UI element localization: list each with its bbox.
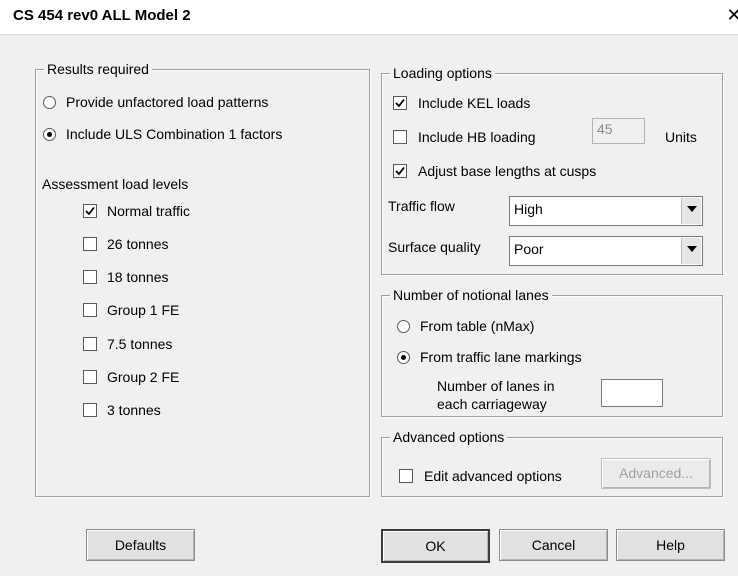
checkbox-adjust-base-lengths[interactable] [393,164,407,178]
edit-advanced-label: Edit advanced options [424,468,562,484]
advanced-button[interactable]: Advanced... [601,458,711,489]
checkbox-edit-advanced[interactable] [399,469,413,483]
hb-units-input[interactable]: 45 [592,118,645,144]
radio-from-lane-markings[interactable] [397,351,410,364]
title-bar[interactable]: CS 454 rev0 ALL Model 2 ✕ [0,0,738,35]
include-kel-label: Include KEL loads [418,95,531,111]
radio-from-lane-markings-label: From traffic lane markings [420,349,582,365]
help-button[interactable]: Help [616,529,725,561]
radio-unfactored-label: Provide unfactored load patterns [66,94,269,110]
level-label: Group 1 FE [107,302,180,318]
traffic-flow-value: High [514,201,543,217]
assessment-load-levels-label: Assessment load levels [42,176,189,192]
chevron-down-icon [687,246,697,252]
level-label: 3 tonnes [107,402,161,418]
defaults-button[interactable]: Defaults [86,529,195,561]
close-icon[interactable]: ✕ [726,4,738,26]
ok-button[interactable]: OK [381,529,490,563]
results-required-legend: Results required [44,60,152,78]
radio-uls-label: Include ULS Combination 1 factors [66,126,283,142]
advanced-options-legend: Advanced options [390,428,508,446]
hb-units-value: 45 [597,121,613,137]
number-of-lanes-input[interactable] [601,379,663,407]
checkbox-include-kel[interactable] [393,96,407,110]
ok-button-label: OK [425,538,446,554]
traffic-flow-dropdown-button[interactable] [681,198,701,224]
traffic-flow-label: Traffic flow [388,198,455,214]
loading-options-legend: Loading options [390,64,495,82]
level-label: 7.5 tonnes [107,336,173,352]
level-label: Group 2 FE [107,369,180,385]
adjust-base-lengths-label: Adjust base lengths at cusps [418,163,597,179]
cancel-button[interactable]: Cancel [499,529,608,561]
surface-quality-select[interactable]: Poor [509,236,703,266]
radio-uls-combination[interactable] [43,128,56,141]
dialog-window: CS 454 rev0 ALL Model 2 ✕ Results requir… [0,0,738,576]
level-label: Normal traffic [107,203,190,219]
checkbox-normal-traffic[interactable] [83,204,97,218]
level-label: 18 tonnes [107,269,169,285]
units-label: Units [665,129,697,145]
include-hb-label: Include HB loading [418,129,536,145]
notional-lanes-legend: Number of notional lanes [390,286,552,304]
surface-quality-dropdown-button[interactable] [681,238,701,264]
level-label: 26 tonnes [107,236,169,252]
number-of-lanes-label-line2: each carriageway [437,396,547,412]
radio-unfactored-load-patterns[interactable] [43,96,56,109]
advanced-button-label: Advanced... [619,465,693,481]
checkmark-icon [85,206,95,216]
checkbox-26-tonnes[interactable] [83,237,97,251]
number-of-lanes-label-line1: Number of lanes in [437,378,555,394]
traffic-flow-select[interactable]: High [509,196,703,226]
checkbox-18-tonnes[interactable] [83,270,97,284]
checkbox-3-tonnes[interactable] [83,403,97,417]
surface-quality-label: Surface quality [388,239,481,255]
defaults-button-label: Defaults [114,537,167,553]
checkbox-group-1-fe[interactable] [83,303,97,317]
chevron-down-icon [687,206,697,212]
checkbox-group-2-fe[interactable] [83,370,97,384]
surface-quality-value: Poor [514,241,544,257]
radio-from-table[interactable] [397,320,410,333]
window-title: CS 454 rev0 ALL Model 2 [13,7,191,24]
checkmark-icon [395,166,405,176]
radio-from-table-label: From table (nMax) [420,318,535,334]
cancel-button-label: Cancel [531,537,576,553]
checkmark-icon [395,98,405,108]
checkbox-include-hb[interactable] [393,130,407,144]
checkbox-7-5-tonnes[interactable] [83,337,97,351]
help-button-label: Help [656,537,685,553]
